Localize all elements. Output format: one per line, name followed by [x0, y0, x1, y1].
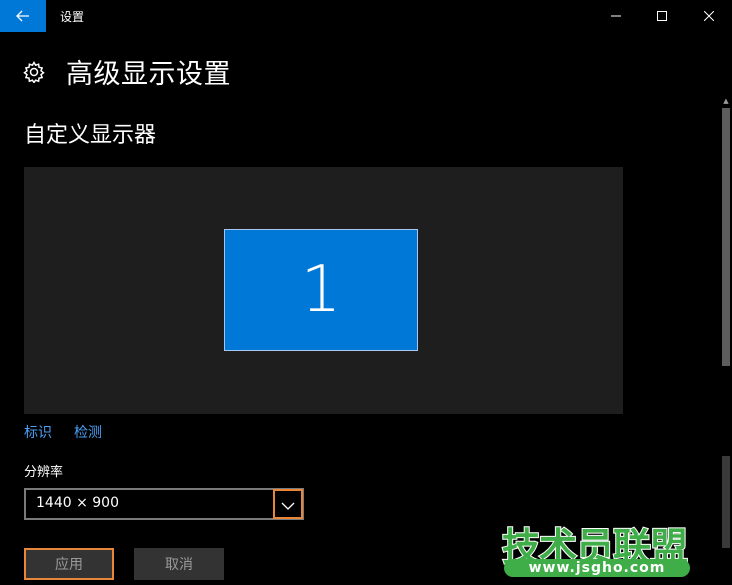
title-bar: 设置: [0, 0, 732, 32]
minimize-button[interactable]: [593, 0, 639, 32]
minimize-icon: [611, 11, 621, 21]
maximize-icon: [657, 11, 667, 21]
gear-icon: [23, 61, 45, 84]
resolution-value: 1440 × 900: [36, 495, 119, 511]
scrollbar-track-lower: [722, 456, 730, 548]
settings-window: 设置 高级显示设置 自定义显示器 ▲ 1 标识 检测 分辨率 1440 × 90…: [0, 0, 732, 585]
back-button[interactable]: [0, 0, 46, 32]
watermark-url: www.jsgho.com: [504, 559, 690, 577]
close-button[interactable]: [686, 0, 732, 32]
cancel-button[interactable]: 取消: [134, 548, 224, 580]
scrollbar-thumb[interactable]: [722, 108, 730, 366]
close-icon: [704, 11, 714, 21]
maximize-button[interactable]: [639, 0, 685, 32]
scroll-up-arrow-icon[interactable]: ▲: [721, 96, 731, 106]
watermark-logo: 技术员联盟 www.jsgho.com: [501, 516, 692, 580]
resolution-dropdown-button[interactable]: [273, 489, 303, 519]
monitor-number: 1: [300, 253, 342, 327]
resolution-label: 分辨率: [24, 465, 64, 480]
section-title: 自定义显示器: [24, 123, 157, 148]
app-title: 设置: [60, 10, 85, 24]
detect-link[interactable]: 检测: [74, 422, 102, 442]
identify-link[interactable]: 标识: [24, 422, 52, 442]
page-title: 高级显示设置: [66, 59, 231, 90]
chevron-down-icon: [281, 495, 295, 514]
apply-button[interactable]: 应用: [24, 548, 114, 580]
back-arrow-icon: [16, 10, 30, 22]
monitor-tile[interactable]: 1: [224, 229, 418, 351]
